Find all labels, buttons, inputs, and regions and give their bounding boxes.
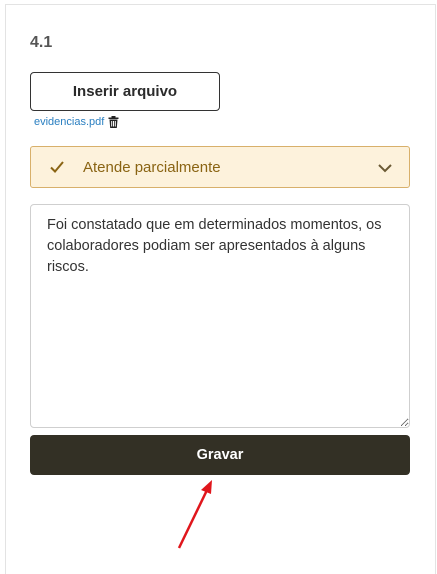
save-button[interactable]: Gravar: [30, 435, 410, 475]
section-number: 4.1: [30, 34, 53, 51]
status-selected-value: Atende parcialmente: [83, 159, 221, 176]
attachment-link[interactable]: evidencias.pdf: [34, 116, 104, 128]
insert-file-button[interactable]: Inserir arquivo: [30, 72, 220, 111]
check-icon: [50, 161, 64, 173]
trash-icon[interactable]: [108, 116, 119, 128]
attachment-row: evidencias.pdf: [34, 114, 119, 130]
red-arrow-icon: [177, 480, 212, 549]
comment-textarea[interactable]: [30, 204, 410, 428]
chevron-down-icon[interactable]: [377, 161, 393, 175]
status-select[interactable]: Atende parcialmente: [30, 146, 410, 188]
